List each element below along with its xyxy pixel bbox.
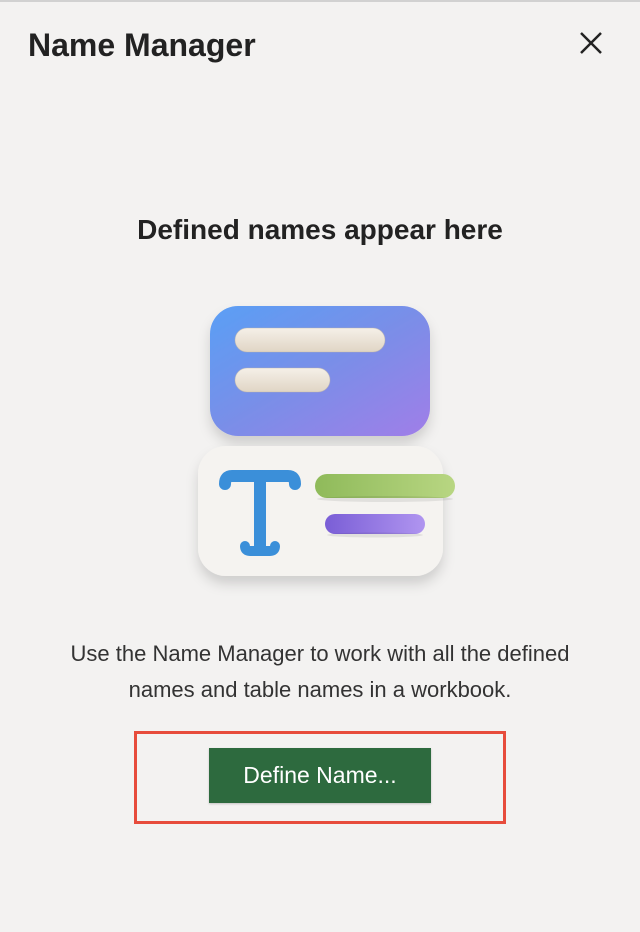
names-illustration: [170, 296, 470, 596]
close-icon: [578, 26, 604, 64]
empty-state-heading: Defined names appear here: [137, 214, 503, 246]
empty-state: Defined names appear here: [0, 136, 640, 932]
define-name-button[interactable]: Define Name...: [209, 748, 430, 803]
panel-title: Name Manager: [28, 27, 256, 64]
panel-header: Name Manager: [0, 2, 640, 76]
button-highlight-box: Define Name...: [134, 731, 505, 824]
empty-state-description: Use the Name Manager to work with all th…: [40, 636, 600, 706]
close-button[interactable]: [570, 24, 612, 66]
name-manager-panel: Name Manager Defined names appear here: [0, 0, 640, 932]
